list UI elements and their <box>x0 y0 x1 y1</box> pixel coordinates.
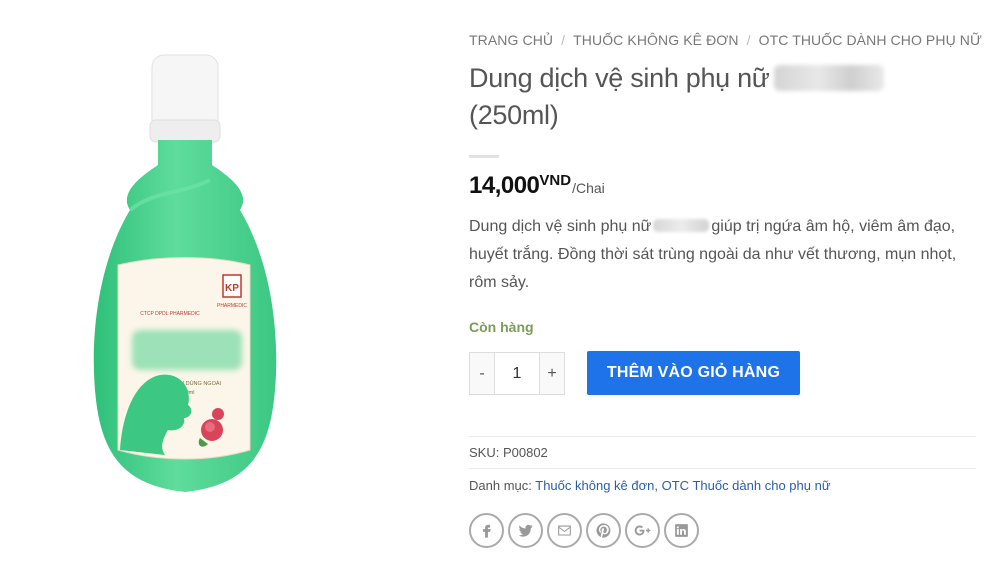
twitter-icon[interactable] <box>508 513 543 548</box>
email-icon[interactable] <box>547 513 582 548</box>
svg-text:PHARMEDIC: PHARMEDIC <box>217 303 247 309</box>
breadcrumb-home[interactable]: TRANG CHỦ <box>469 32 553 48</box>
sku-row: SKU: P00802 <box>469 445 548 460</box>
blurred-brand-name <box>773 65 884 91</box>
category-separator: , <box>654 478 658 493</box>
share-icons <box>469 513 699 548</box>
quantity-stepper: - + <box>469 352 565 395</box>
breadcrumb-otc[interactable]: THUỐC KHÔNG KÊ ĐƠN <box>573 32 738 48</box>
product-image[interactable]: KP PHARMEDIC CTCP DPDL PHARMEDIC DUNG DỊ… <box>60 30 390 510</box>
breadcrumb-women[interactable]: OTC THUỐC DÀNH CHO PHỤ NỮ <box>759 32 982 48</box>
description-start: Dung dịch vệ sinh phụ nữ <box>469 218 652 235</box>
linkedin-icon[interactable] <box>664 513 699 548</box>
blurred-brand-inline <box>653 219 710 232</box>
quantity-plus-button[interactable]: + <box>539 352 565 395</box>
product-title-line2: (250ml) <box>469 100 559 130</box>
product-description: Dung dịch vệ sinh phụ nữ giúp trị ngứa âm… <box>469 213 974 297</box>
svg-text:CTCP DPDL PHARMEDIC: CTCP DPDL PHARMEDIC <box>140 311 200 317</box>
bottle-illustration: KP PHARMEDIC CTCP DPDL PHARMEDIC DUNG DỊ… <box>93 54 277 492</box>
category-link-otc[interactable]: Thuốc không kê đơn <box>535 478 654 493</box>
product-summary: TRANG CHỦ / THUỐC KHÔNG KÊ ĐƠN / OTC THUỐC D… <box>469 0 982 571</box>
product-price: 14,000VND/Chai <box>469 172 605 200</box>
category-link-women[interactable]: OTC Thuốc dành cho phụ nữ <box>662 478 831 493</box>
facebook-icon[interactable] <box>469 513 504 548</box>
category-label: Danh mục: <box>469 478 532 493</box>
add-to-cart-button[interactable]: THÊM VÀO GIỎ HÀNG <box>587 351 800 395</box>
quantity-input[interactable] <box>495 352 539 395</box>
meta-divider <box>469 436 976 437</box>
meta-divider <box>469 468 976 469</box>
stock-status: Còn hàng <box>469 319 534 335</box>
breadcrumb-separator: / <box>561 32 566 48</box>
title-divider <box>469 155 499 158</box>
svg-text:KP: KP <box>225 283 239 294</box>
google-plus-icon[interactable] <box>625 513 660 548</box>
price-currency: VND <box>539 172 572 189</box>
product-title: Dung dịch vệ sinh phụ nữ (250ml) <box>469 60 909 134</box>
category-row: Danh mục: Thuốc không kê đơn, OTC Thuốc … <box>469 478 831 493</box>
pinterest-icon[interactable] <box>586 513 621 548</box>
sku-label: SKU: <box>469 445 500 460</box>
quantity-minus-button[interactable]: - <box>469 352 495 395</box>
sku-value: P00802 <box>502 445 548 460</box>
price-amount: 14,000 <box>469 172 540 199</box>
price-unit: /Chai <box>572 180 605 196</box>
breadcrumb: TRANG CHỦ / THUỐC KHÔNG KÊ ĐƠN / OTC THUỐC D… <box>469 32 982 48</box>
breadcrumb-separator: / <box>746 32 751 48</box>
product-title-line1: Dung dịch vệ sinh phụ nữ <box>469 63 770 93</box>
